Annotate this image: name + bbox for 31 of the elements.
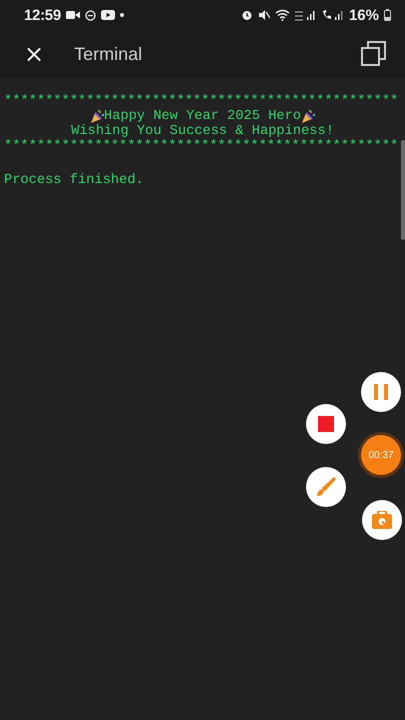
battery-icon: [384, 9, 391, 21]
asterisk-rule: ************************************************: [3, 94, 400, 109]
asterisk-rule: ************************************************: [3, 139, 400, 154]
clock-time: 12:59: [24, 6, 61, 24]
party-popper-icon: [301, 110, 316, 124]
play-icon: [100, 10, 115, 20]
greeting-text: Happy New Year 2025 Hero: [104, 109, 302, 124]
party-popper-icon: [90, 110, 104, 124]
alarm-icon: [240, 9, 253, 21]
signal-icon: [294, 9, 317, 21]
brush-button[interactable]: [306, 467, 346, 507]
close-button[interactable]: ×: [20, 41, 48, 67]
dot-icon: [120, 13, 124, 17]
video-camera-icon: [66, 10, 80, 20]
screen-title: Terminal: [74, 44, 144, 64]
wifi-call-signal-icon: [322, 9, 344, 21]
toolbox-icon: [372, 511, 392, 529]
pause-button[interactable]: [361, 372, 401, 412]
wifi-icon: [274, 9, 290, 21]
stop-icon: [318, 416, 334, 432]
pause-icon: [374, 384, 388, 400]
greeting-text: Wishing You Success & Happiness!: [70, 124, 335, 139]
do-not-disturb-icon: [84, 10, 96, 20]
battery-percent: 16%: [348, 6, 379, 24]
mute-icon: [258, 9, 270, 21]
copy-icon[interactable]: [361, 41, 387, 67]
toolbox-button[interactable]: [362, 500, 402, 540]
output-text: Process finished.: [3, 173, 145, 188]
stop-button[interactable]: [306, 404, 346, 444]
scrollbar[interactable]: [401, 140, 405, 240]
brush-icon: [316, 477, 336, 497]
